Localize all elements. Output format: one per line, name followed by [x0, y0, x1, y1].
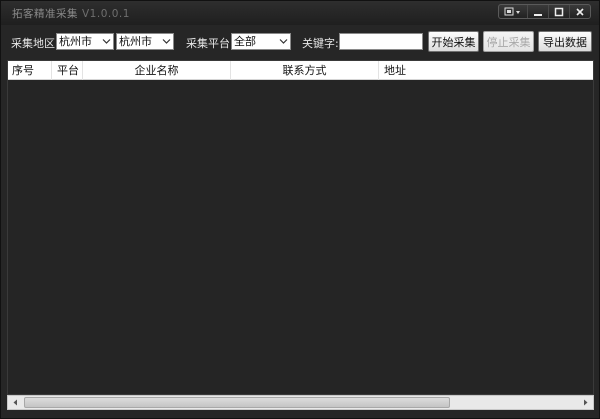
- chevron-left-icon: [13, 399, 17, 406]
- keyword-input[interactable]: [339, 33, 423, 50]
- platform-label: 采集平台:: [186, 37, 234, 50]
- chevron-down-icon: [162, 39, 171, 44]
- app-version: V1.0.0.1: [82, 8, 130, 20]
- toolbar: 采集地区: 杭州市 杭州市 采集平台: 全部 关键字: 开始采集 停止采集 导出…: [7, 31, 595, 53]
- chevron-right-icon: [584, 399, 588, 406]
- scrollbar-thumb[interactable]: [24, 397, 450, 408]
- keyword-label: 关键字:: [302, 37, 339, 50]
- platform-select[interactable]: 全部: [231, 33, 291, 50]
- province-select[interactable]: 杭州市: [56, 33, 114, 50]
- start-collect-button[interactable]: 开始采集: [428, 31, 479, 52]
- region-label: 采集地区:: [11, 37, 59, 50]
- scroll-left-button[interactable]: [8, 396, 23, 409]
- title-bar[interactable]: 拓客精准采集 V1.0.0.1: [1, 1, 599, 25]
- column-header-index[interactable]: 序号: [8, 61, 52, 80]
- city-select[interactable]: 杭州市: [116, 33, 174, 50]
- window-title: 拓客精准采集 V1.0.0.1: [12, 6, 130, 21]
- export-data-button[interactable]: 导出数据: [538, 31, 592, 52]
- skin-menu-button[interactable]: [499, 5, 527, 18]
- results-table: 序号 平台 企业名称 联系方式 地址: [7, 60, 594, 395]
- horizontal-scrollbar[interactable]: [7, 395, 594, 410]
- skin-icon: [504, 7, 520, 15]
- province-value: 杭州市: [59, 35, 92, 48]
- chevron-down-icon: [279, 39, 288, 44]
- scroll-right-button[interactable]: [578, 396, 593, 409]
- close-icon: [576, 7, 584, 16]
- platform-value: 全部: [234, 35, 256, 48]
- city-value: 杭州市: [119, 35, 152, 48]
- maximize-icon: [554, 7, 564, 16]
- column-header-address[interactable]: 地址: [379, 61, 593, 80]
- column-header-contact[interactable]: 联系方式: [231, 61, 379, 80]
- table-header: 序号 平台 企业名称 联系方式 地址: [8, 61, 593, 80]
- app-window: 拓客精准采集 V1.0.0.1 采集地区: 杭州市 杭州市 采集平台: 全部 关…: [0, 0, 600, 419]
- minimize-icon: [534, 13, 542, 16]
- column-header-platform[interactable]: 平台: [52, 61, 83, 80]
- minimize-button[interactable]: [527, 5, 548, 18]
- chevron-down-icon: [102, 39, 111, 44]
- maximize-button[interactable]: [548, 5, 569, 18]
- close-button[interactable]: [569, 5, 590, 18]
- stop-collect-button[interactable]: 停止采集: [483, 31, 534, 52]
- app-name: 拓客精准采集: [12, 8, 78, 20]
- window-controls: [498, 4, 591, 19]
- column-header-company[interactable]: 企业名称: [83, 61, 231, 80]
- table-body[interactable]: [8, 80, 593, 394]
